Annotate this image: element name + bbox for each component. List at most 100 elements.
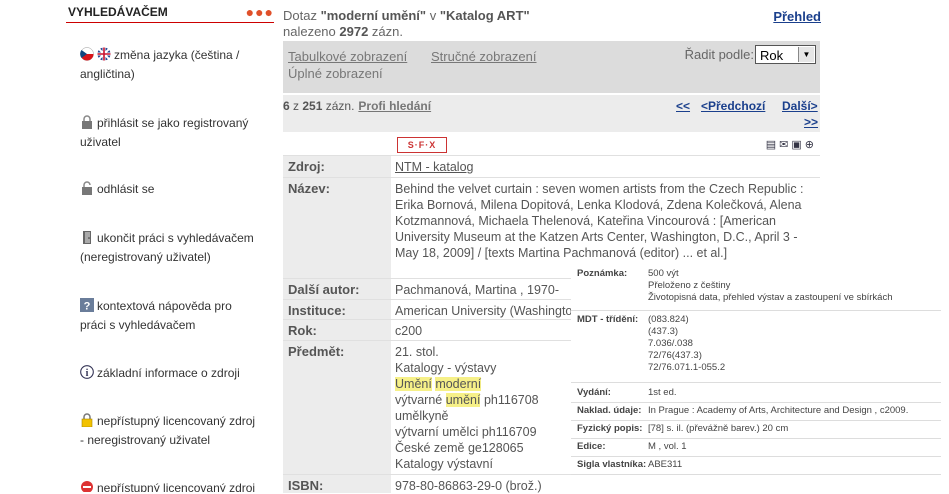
tooltip-label: Naklad. údaje: bbox=[577, 405, 642, 416]
mdt-line: (083.824) bbox=[648, 314, 689, 325]
sidebar-item-label: základní informace o zdroji bbox=[97, 366, 240, 380]
view-options-bar: Tabulkové zobrazení Stručné zobrazení Úp… bbox=[283, 41, 820, 93]
record-total: 251 bbox=[302, 99, 323, 113]
mdt-line: 7.036/.038 bbox=[648, 338, 693, 349]
tooltip-row-edition: Vydání: 1st ed. bbox=[571, 387, 941, 403]
field-label: Další autor: bbox=[283, 279, 391, 300]
subject-text: ph116708 bbox=[480, 393, 539, 407]
query-mid: v bbox=[426, 8, 440, 23]
full-view-label: Úplné zobrazení bbox=[288, 66, 383, 81]
info-icon: i bbox=[80, 365, 94, 379]
czech-flag-icon bbox=[80, 47, 94, 61]
sidebar-item-label: ukončit práci s vyhledávačem (neregistro… bbox=[80, 231, 254, 264]
lock-icon bbox=[80, 115, 94, 129]
sfx-button[interactable]: S·F·X bbox=[397, 137, 447, 153]
last-page-link[interactable]: >> bbox=[804, 115, 818, 129]
chevron-down-icon[interactable]: ▼ bbox=[798, 47, 814, 62]
help-icon: ? bbox=[80, 298, 94, 313]
mdt-line: (437.3) bbox=[648, 326, 679, 337]
title-value: Behind the velvet curtain : seven women … bbox=[395, 182, 804, 260]
field-label: Zdroj: bbox=[283, 156, 391, 178]
subject-text: výtvarné bbox=[395, 393, 446, 407]
tooltip-row-note: Poznámka: 500 výt Přeloženo z češtiny Ži… bbox=[571, 268, 941, 311]
found-count: 2972 bbox=[339, 24, 369, 39]
sidebar-item-language[interactable]: změna jazyka (čeština / angličtina) bbox=[80, 46, 260, 84]
document-icon[interactable]: ▤ bbox=[766, 139, 779, 151]
sidebar-item-info[interactable]: i základní informace o zdroji bbox=[80, 364, 260, 383]
no-access-icon bbox=[80, 480, 94, 492]
record-of: z bbox=[289, 99, 303, 113]
tooltip-label: Edice: bbox=[577, 441, 606, 452]
mdt-line: 72/76(437.3) bbox=[648, 350, 702, 361]
tooltip-label: Vydání: bbox=[577, 387, 611, 398]
mdt-line: 72/76.071.1-055.2 bbox=[648, 362, 726, 373]
sidebar-title: VYHLEDÁVAČEM bbox=[68, 5, 168, 19]
tooltip-label: MDT - třídění: bbox=[577, 314, 639, 325]
record-current: 6 bbox=[283, 99, 290, 113]
save-icon[interactable]: ▣ bbox=[791, 139, 804, 151]
field-label: Název: bbox=[283, 178, 391, 279]
tooltip-value: ABE311 bbox=[648, 459, 683, 470]
source-link[interactable]: NTM - katalog bbox=[395, 159, 820, 175]
sidebar-item-label: odhlásit se bbox=[97, 182, 155, 196]
field-label: Instituce: bbox=[283, 300, 391, 320]
profi-search-link[interactable]: Profi hledání bbox=[358, 99, 431, 113]
pager-bar: 6 z 251 zázn. Profi hledání << <Předchozí… bbox=[283, 95, 820, 132]
sidebar: VYHLEDÁVAČEM ●●● změna jazyka (čeština /… bbox=[66, 0, 274, 492]
field-label: Rok: bbox=[283, 320, 391, 341]
record-position: 6 z 251 zázn. Profi hledání bbox=[283, 99, 431, 113]
sidebar-item-exit[interactable]: ukončit práci s vyhledávačem (neregistro… bbox=[80, 229, 260, 267]
email-icon[interactable]: ✉ bbox=[779, 139, 791, 151]
sidebar-item-label: kontextová nápověda pro práci s vyhledáv… bbox=[80, 299, 232, 332]
sidebar-item-help[interactable]: ? kontextová nápověda pro práci s vyhled… bbox=[80, 297, 260, 335]
query-term: "moderní umění" bbox=[320, 8, 427, 23]
brief-view-link[interactable]: Stručné zobrazení bbox=[431, 49, 537, 64]
sort-value: Rok bbox=[760, 48, 784, 63]
highlight-term: umění bbox=[445, 393, 481, 407]
sidebar-item-license[interactable]: nepřístupný licencovaný zdroj bbox=[80, 479, 260, 492]
record-suffix: zázn. bbox=[322, 99, 355, 113]
sidebar-header: VYHLEDÁVAČEM ●●● bbox=[66, 0, 274, 23]
found-prefix: nalezeno bbox=[283, 24, 340, 39]
sidebar-item-label: přihlásit se jako registrovaný uživatel bbox=[80, 116, 249, 149]
tooltip-value: M , vol. 1 bbox=[648, 441, 687, 452]
sidebar-item-login[interactable]: přihlásit se jako registrovaný uživatel bbox=[80, 114, 260, 152]
sidebar-item-label: nepřístupný licencovaný zdroj bbox=[97, 481, 256, 492]
record-tools: ▤✉▣⊕ bbox=[766, 138, 817, 151]
dots-icon: ●●● bbox=[245, 4, 274, 20]
tooltip-value: [78] s. il. (převážně barev.) 20 cm bbox=[648, 423, 789, 434]
highlight-term: moderní bbox=[435, 377, 482, 391]
field-label: Předmět: bbox=[283, 341, 391, 475]
first-page-link[interactable]: << bbox=[676, 99, 690, 113]
previous-link[interactable]: <Předchozí bbox=[701, 99, 765, 113]
cart-icon[interactable]: ⊕ bbox=[805, 139, 817, 151]
overview-link[interactable]: Přehled bbox=[773, 9, 821, 24]
tooltip-label: Fyzický popis: bbox=[577, 423, 643, 434]
tooltip-value: 500 výt Přeloženo z češtiny Životopisná … bbox=[648, 268, 893, 304]
tooltip-value: 1st ed. bbox=[648, 387, 677, 398]
tooltip-row-series: Edice: M , vol. 1 bbox=[571, 441, 941, 457]
tooltip-label: Poznámka: bbox=[577, 268, 628, 279]
field-row-title: Název: Behind the velvet curtain : seven… bbox=[283, 177, 820, 279]
door-icon bbox=[80, 230, 94, 244]
yellow-lock-icon bbox=[80, 413, 94, 428]
table-view-link[interactable]: Tabulkové zobrazení bbox=[288, 49, 407, 64]
sort-select[interactable]: Rok ▼ bbox=[755, 45, 816, 64]
source-link-text[interactable]: NTM - katalog bbox=[395, 160, 474, 174]
note-line: 500 výt bbox=[648, 268, 679, 279]
tooltip-row-mdt: MDT - třídění: (083.824) (437.3) 7.036/.… bbox=[571, 314, 941, 383]
note-line: Životopisná data, přehled výstav a zasto… bbox=[648, 292, 893, 303]
found-suffix: zázn. bbox=[368, 24, 403, 39]
field-row-source: Zdroj: NTM - katalog bbox=[283, 155, 820, 178]
sort-label: Řadit podle: bbox=[684, 47, 754, 62]
tooltip-row-publisher: Naklad. údaje: In Prague : Academy of Ar… bbox=[571, 405, 941, 421]
query-prefix: Dotaz bbox=[283, 8, 321, 23]
next-link[interactable]: Další> bbox=[782, 99, 818, 113]
field-label: ISBN: bbox=[283, 475, 391, 493]
tooltip-value: (083.824) (437.3) 7.036/.038 72/76(437.3… bbox=[648, 314, 725, 374]
record-details-tooltip: Poznámka: 500 výt Přeloženo z češtiny Ži… bbox=[571, 265, 949, 477]
sidebar-item-license-unregistered[interactable]: nepřístupný licencovaný zdroj - neregist… bbox=[80, 412, 260, 450]
sidebar-item-logout[interactable]: odhlásit se bbox=[80, 180, 260, 199]
unlock-icon bbox=[80, 181, 94, 195]
svg-text:i: i bbox=[86, 368, 89, 379]
